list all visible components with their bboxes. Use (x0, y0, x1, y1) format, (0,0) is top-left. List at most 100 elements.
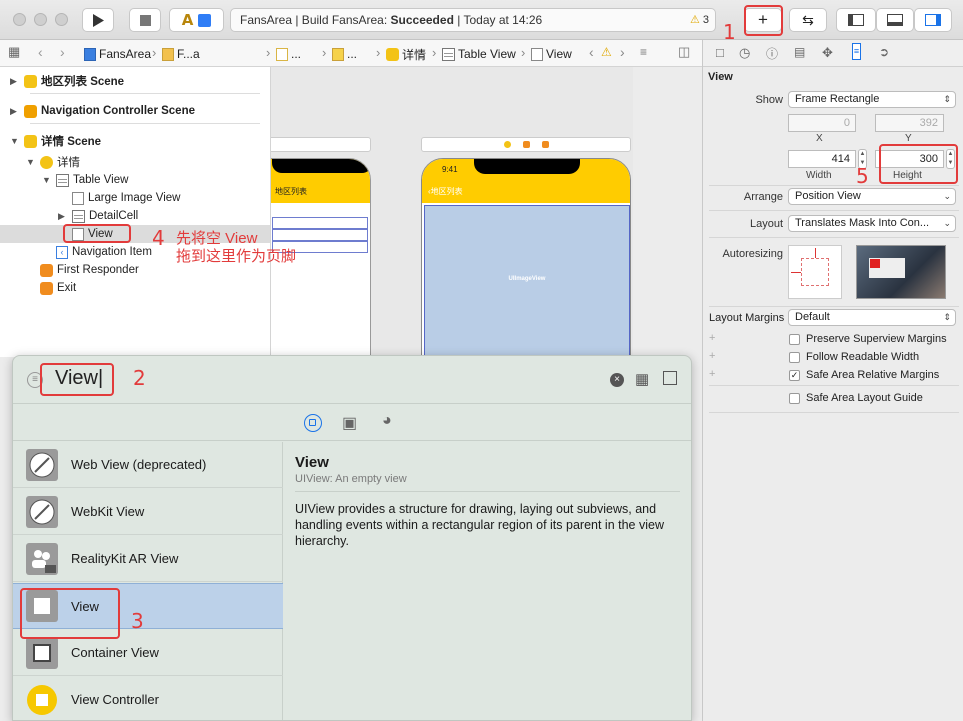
breadcrumb-chevron-icon: › (521, 45, 526, 60)
window-toolbar: 𝗔 FansArea | Build FansArea: Succeeded |… (0, 0, 963, 40)
outline-label: Navigation Controller Scene (41, 105, 196, 117)
scene-dock-responder-icon[interactable] (523, 141, 530, 148)
clear-search-icon[interactable]: × (610, 373, 624, 387)
nav-back-label: 地区列表 (430, 187, 463, 196)
disclosure-triangle-icon[interactable]: ▶ (58, 211, 68, 222)
prev-issue-icon[interactable]: ‹ (589, 44, 594, 60)
scene-dock-exit-icon[interactable] (542, 141, 549, 148)
disclosure-triangle-icon[interactable]: ▼ (42, 175, 52, 185)
ruler-icon[interactable]: ≡ (852, 43, 861, 60)
outline-label: Navigation Item (72, 246, 152, 258)
zoom-window-button[interactable] (55, 13, 68, 26)
history-inspector-icon[interactable]: ◷ (739, 45, 750, 61)
breadcrumb-storyboard[interactable]: ... (276, 46, 301, 62)
objects-tab-icon[interactable] (304, 414, 322, 432)
image-view[interactable]: UIImageView (424, 205, 630, 357)
breadcrumb-project[interactable]: FansArea (84, 46, 151, 62)
outline-item-navigation-item[interactable]: ‹ Navigation Item (42, 243, 152, 261)
autoresizing-control[interactable] (788, 245, 842, 299)
scheme-selector[interactable]: 𝗔 (169, 8, 224, 32)
attributes-inspector-icon[interactable]: ✥ (822, 45, 833, 61)
run-button[interactable] (82, 8, 114, 32)
show-select[interactable]: Frame Rectangle ⇕ (788, 91, 956, 108)
follow-readable-width-checkbox[interactable]: Follow Readable Width (789, 351, 919, 363)
layout-margins-select[interactable]: Default ⇕ (788, 309, 956, 326)
folder-icon (162, 47, 174, 61)
add-variation-icon[interactable]: + (709, 332, 715, 344)
outline-item-detail-vc[interactable]: ▼ 详情 (26, 153, 80, 171)
toggle-navigator-button[interactable] (836, 8, 876, 32)
divider (709, 210, 959, 211)
outline-item-large-image[interactable]: Large Image View (72, 189, 180, 207)
disclosure-triangle-icon[interactable]: ▶ (10, 76, 20, 87)
toggle-debug-button[interactable] (876, 8, 914, 32)
library-item-list: Web View (deprecated) WebKit View Realit… (13, 442, 283, 720)
nav-back-button[interactable]: ‹地区列表 (428, 186, 463, 197)
add-editor-icon[interactable]: ◫ (678, 44, 690, 60)
width-field[interactable]: 414 (788, 150, 856, 168)
preserve-superview-margins-checkbox[interactable]: Preserve Superview Margins (789, 333, 947, 345)
related-items-grid-icon[interactable]: ▦ (8, 44, 20, 60)
breadcrumb-view[interactable]: View (531, 46, 572, 62)
disclosure-triangle-icon[interactable]: ▼ (26, 157, 36, 167)
outline-item-table-view[interactable]: ▼ Table View (42, 171, 128, 189)
add-variation-icon[interactable]: + (709, 368, 715, 380)
show-label: Show (755, 94, 783, 106)
breadcrumb-scene[interactable]: 详情 (386, 46, 426, 62)
warning-indicator[interactable]: ⚠ 3 (690, 9, 709, 31)
right-phone-scene[interactable]: 9:41 ‹地区列表 UIImageView (421, 158, 631, 357)
file-inspector-icon[interactable]: □ (716, 45, 724, 60)
safe-area-relative-margins-checkbox[interactable]: ✓ Safe Area Relative Margins (789, 369, 939, 381)
arrange-select[interactable]: Position View ⌄ (788, 188, 956, 205)
scene-dock-vc-icon[interactable] (504, 141, 511, 148)
disclosure-triangle-icon[interactable]: ▶ (10, 106, 20, 117)
outline-label: Table View (73, 174, 129, 186)
library-item-label: WebKit View (71, 504, 145, 519)
image-view-label: UIImageView (508, 276, 546, 282)
add-variation-icon[interactable]: + (709, 350, 715, 362)
divider (13, 403, 691, 404)
outline-scene-region-list[interactable]: ▶ 地区列表 Scene (10, 72, 124, 90)
y-field[interactable]: 392 (875, 114, 944, 132)
toggle-inspector-button[interactable] (914, 8, 952, 32)
colors-tab-icon[interactable]: ◕ (382, 412, 392, 430)
outline-label: First Responder (57, 264, 139, 276)
library-item-webkit-view[interactable]: WebKit View (13, 489, 283, 535)
layout-select[interactable]: Translates Mask Into Con... ⌄ (788, 215, 956, 232)
media-tab-icon[interactable]: ▣ (342, 413, 357, 433)
storyboard-canvas[interactable]: 地区列表 9:41 ‹地区列表 UIImageView (271, 67, 702, 357)
x-field[interactable]: 0 (788, 114, 856, 132)
outline-scene-detail[interactable]: ▼ 详情 Scene (10, 132, 101, 150)
code-review-button[interactable]: ⇆ (789, 8, 827, 32)
breadcrumb-storyboard-file[interactable]: ... (332, 46, 357, 62)
next-issue-icon[interactable]: › (620, 44, 625, 60)
outline-item-first-responder[interactable]: First Responder (26, 261, 139, 279)
updown-chevron-icon: ⇕ (943, 94, 951, 104)
warning-icon[interactable]: ⚠ (601, 45, 612, 59)
breadcrumb-tableview[interactable]: Table View (442, 46, 516, 62)
connections-inspector-icon[interactable]: ➲ (879, 45, 889, 59)
stop-button[interactable] (129, 8, 161, 32)
help-inspector-icon[interactable]: ⓘ (766, 45, 778, 62)
library-item-view-controller[interactable]: View Controller (13, 677, 283, 720)
list-view-icon[interactable] (663, 371, 677, 385)
safe-area-layout-guide-checkbox[interactable]: Safe Area Layout Guide (789, 392, 923, 404)
grid-view-icon[interactable]: ▦ (635, 370, 649, 388)
size-inspector: □ ◷ ⓘ ▤ ✥ ≡ ➲ View Show Frame Rectangle ⇕… (702, 40, 963, 721)
outline-scene-navigation[interactable]: ▶ Navigation Controller Scene (10, 102, 195, 120)
close-window-button[interactable] (13, 13, 26, 26)
identity-inspector-icon[interactable]: ▤ (794, 45, 805, 59)
back-chevron-icon[interactable]: ‹ (38, 44, 43, 60)
minimap-icon[interactable]: ≡ (640, 45, 647, 59)
minimize-window-button[interactable] (34, 13, 47, 26)
autoresizing-left-strut[interactable] (791, 272, 801, 273)
outline-item-exit[interactable]: Exit (26, 279, 76, 297)
disclosure-triangle-icon[interactable]: ▼ (10, 136, 20, 146)
autoresizing-top-strut[interactable] (815, 248, 816, 258)
forward-chevron-icon[interactable]: › (60, 44, 65, 60)
breadcrumb-folder[interactable]: F...a (162, 46, 200, 62)
outline-item-detail-cell[interactable]: ▶ DetailCell (58, 207, 138, 225)
library-item-web-view[interactable]: Web View (deprecated) (13, 442, 283, 488)
library-item-realitykit-ar-view[interactable]: RealityKit AR View (13, 536, 283, 582)
checkbox-label: Preserve Superview Margins (806, 333, 947, 345)
